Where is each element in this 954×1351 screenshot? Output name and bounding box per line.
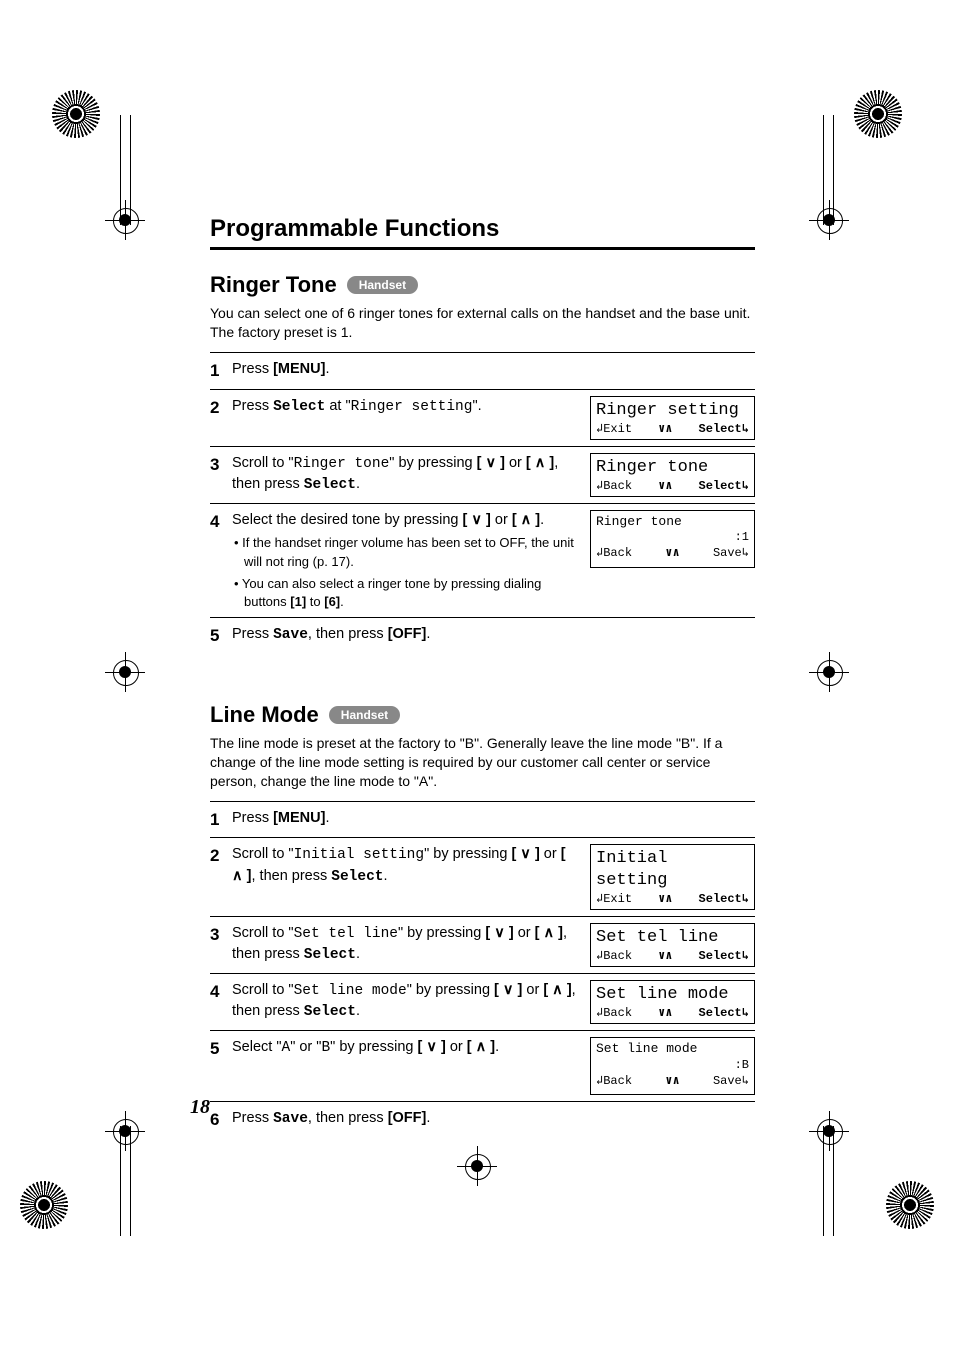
step-text: Press Save, then press [OFF].	[232, 1108, 755, 1129]
lcd-softkey-left: ↲Exit	[596, 892, 632, 907]
lcd-screen: Set tel line ↲Back ∨∧ Select↳	[590, 923, 755, 967]
registration-mark-icon	[854, 1181, 934, 1261]
lcd-screen: Ringer setting ↲Exit ∨∧ Select↳	[590, 396, 755, 440]
step-row: 5 Select "A" or "B" by pressing [ ∨ ] or…	[210, 1030, 755, 1101]
target-icon	[105, 1111, 145, 1151]
page-number: 18	[190, 1096, 210, 1119]
lcd-softkey-left: ↲Back	[596, 949, 632, 964]
step-text: Scroll to "Initial setting" by pressing …	[232, 844, 590, 887]
step-row: 4 Scroll to "Set line mode" by pressing …	[210, 973, 755, 1030]
handset-badge: Handset	[347, 276, 418, 294]
registration-mark-icon	[20, 90, 100, 170]
step-number: 5	[210, 624, 232, 648]
target-icon	[105, 652, 145, 692]
lcd-value: :B	[596, 1058, 749, 1073]
lcd-value: :1	[596, 530, 749, 545]
step-text: Press Select at "Ringer setting".	[232, 396, 590, 417]
step-number: 2	[210, 396, 232, 420]
lcd-arrows-icon: ∨∧	[665, 1074, 679, 1089]
ringer-tone-title: Ringer Tone	[210, 272, 337, 298]
lcd-line: Ringer tone	[596, 514, 749, 530]
lcd-line: Initial setting	[596, 848, 749, 891]
step-number: 4	[210, 980, 232, 1004]
target-icon	[105, 200, 145, 240]
page-title: Programmable Functions	[210, 215, 755, 250]
lcd-arrows-icon: ∨∧	[658, 479, 672, 494]
target-icon	[809, 652, 849, 692]
lcd-softkey-right: Save↳	[713, 546, 749, 561]
lcd-softkey-left: ↲Back	[596, 479, 632, 494]
line-steps: 1 Press [MENU]. 2 Scroll to "Initial set…	[210, 801, 755, 1139]
step-text: Scroll to "Ringer tone" by pressing [ ∨ …	[232, 453, 590, 496]
lcd-softkey-left: ↲Back	[596, 1006, 632, 1021]
target-icon	[809, 1111, 849, 1151]
step-row: 2 Scroll to "Initial setting" by pressin…	[210, 837, 755, 916]
lcd-softkey-left: ↲Back	[596, 546, 632, 561]
step-number: 2	[210, 844, 232, 868]
ringer-steps: 1 Press [MENU]. 2 Press Select at "Ringe…	[210, 352, 755, 654]
lcd-line: Set line mode	[596, 1041, 749, 1057]
lcd-softkey-right: Select↳	[699, 1006, 749, 1021]
registration-mark-icon	[20, 1181, 100, 1261]
step-row: 3 Scroll to "Ringer tone" by pressing [ …	[210, 446, 755, 503]
step-row: 5 Press Save, then press [OFF].	[210, 617, 755, 654]
step-row: 4 Select the desired tone by pressing [ …	[210, 503, 755, 617]
step-text: Press [MENU].	[232, 808, 755, 828]
lcd-arrows-icon: ∨∧	[658, 949, 672, 964]
lcd-softkey-right: Select↳	[699, 479, 749, 494]
line-mode-title: Line Mode	[210, 702, 319, 728]
step-number: 6	[210, 1108, 232, 1132]
step-note: • You can also select a ringer tone by p…	[244, 575, 580, 611]
step-number: 3	[210, 923, 232, 947]
lcd-softkey-left: ↲Back	[596, 1074, 632, 1089]
lcd-softkey-right: Select↳	[699, 422, 749, 437]
lcd-arrows-icon: ∨∧	[665, 546, 679, 561]
section-heading: Ringer Tone Handset	[210, 272, 755, 298]
step-number: 1	[210, 359, 232, 383]
step-number: 3	[210, 453, 232, 477]
lcd-line: Ringer setting	[596, 400, 749, 421]
lcd-softkey-right: Select↳	[699, 892, 749, 907]
lcd-screen: Ringer tone :1 ↲Back ∨∧ Save↳	[590, 510, 755, 568]
step-text: Press Save, then press [OFF].	[232, 624, 755, 645]
target-icon	[809, 200, 849, 240]
lcd-screen: Ringer tone ↲Back ∨∧ Select↳	[590, 453, 755, 497]
lcd-line: Ringer tone	[596, 457, 749, 478]
step-text: Press [MENU].	[232, 359, 755, 379]
step-number: 4	[210, 510, 232, 534]
registration-mark-icon	[854, 90, 934, 170]
lcd-softkey-right: Select↳	[699, 949, 749, 964]
step-row: 1 Press [MENU].	[210, 352, 755, 389]
lcd-line: Set line mode	[596, 984, 749, 1005]
step-row: 1 Press [MENU].	[210, 801, 755, 838]
lcd-softkey-left: ↲Exit	[596, 422, 632, 437]
target-icon	[457, 1146, 497, 1186]
step-text: Select the desired tone by pressing [ ∨ …	[232, 510, 590, 611]
step-row: 2 Press Select at "Ringer setting". Ring…	[210, 389, 755, 446]
lcd-screen: Initial setting ↲Exit ∨∧ Select↳	[590, 844, 755, 910]
lcd-arrows-icon: ∨∧	[658, 422, 672, 437]
lcd-softkey-right: Save↳	[713, 1074, 749, 1089]
step-text: Scroll to "Set line mode" by pressing [ …	[232, 980, 590, 1023]
step-text: Scroll to "Set tel line" by pressing [ ∨…	[232, 923, 590, 966]
page-content: Programmable Functions Ringer Tone Hands…	[210, 215, 755, 1138]
section-heading: Line Mode Handset	[210, 702, 755, 728]
ringer-intro: You can select one of 6 ringer tones for…	[210, 304, 755, 342]
lcd-arrows-icon: ∨∧	[658, 892, 672, 907]
step-number: 1	[210, 808, 232, 832]
step-row: 3 Scroll to "Set tel line" by pressing […	[210, 916, 755, 973]
step-text: Select "A" or "B" by pressing [ ∨ ] or […	[232, 1037, 590, 1058]
handset-badge: Handset	[329, 706, 400, 724]
step-note: • If the handset ringer volume has been …	[244, 534, 580, 570]
manual-page: Programmable Functions Ringer Tone Hands…	[0, 0, 954, 1351]
lcd-line: Set tel line	[596, 927, 749, 948]
step-row: 6 Press Save, then press [OFF].	[210, 1101, 755, 1138]
lcd-screen: Set line mode :B ↲Back ∨∧ Save↳	[590, 1037, 755, 1095]
line-intro: The line mode is preset at the factory t…	[210, 734, 755, 791]
step-number: 5	[210, 1037, 232, 1061]
lcd-screen: Set line mode ↲Back ∨∧ Select↳	[590, 980, 755, 1024]
lcd-arrows-icon: ∨∧	[658, 1006, 672, 1021]
